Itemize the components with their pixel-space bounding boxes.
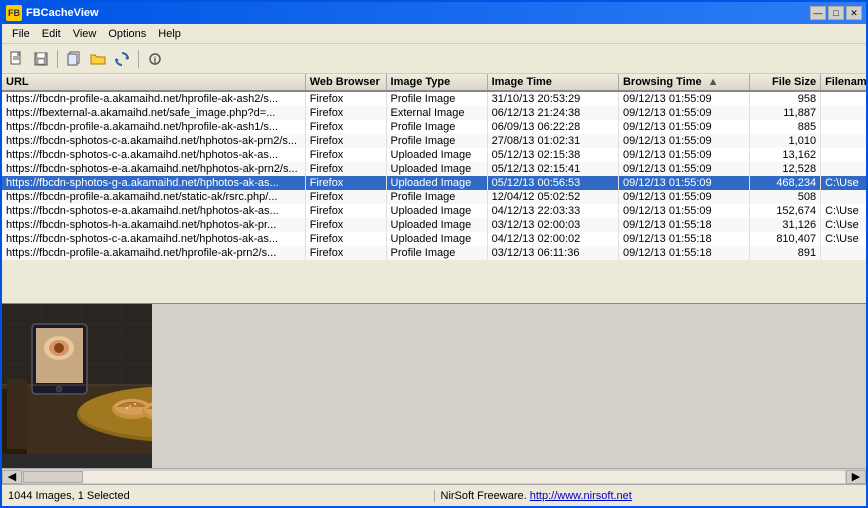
table-row[interactable]: https://fbcdn-sphotos-g-a.akamaihd.net/h… bbox=[2, 176, 866, 190]
status-left-text: 1044 Images, 1 Selected bbox=[2, 490, 435, 502]
lower-area bbox=[2, 304, 866, 468]
minimize-button[interactable]: — bbox=[810, 6, 826, 20]
table-row[interactable]: https://fbcdn-sphotos-e-a.akamaihd.net/h… bbox=[2, 204, 866, 218]
sort-arrow-icon: ▲ bbox=[708, 76, 719, 88]
menu-options[interactable]: Options bbox=[102, 26, 152, 42]
menu-file[interactable]: File bbox=[6, 26, 36, 42]
menu-bar: File Edit View Options Help bbox=[2, 24, 866, 44]
new-button[interactable] bbox=[6, 48, 28, 70]
scroll-left-btn[interactable]: ◀ bbox=[2, 470, 22, 484]
maximize-button[interactable]: □ bbox=[828, 6, 844, 20]
scroll-right-btn[interactable]: ▶ bbox=[846, 470, 866, 484]
horizontal-scrollbar[interactable]: ◀ ▶ bbox=[2, 468, 866, 484]
toolbar-separator bbox=[57, 50, 58, 68]
table-row[interactable]: https://fbcdn-sphotos-c-a.akamaihd.net/h… bbox=[2, 232, 866, 246]
copy-button[interactable] bbox=[63, 48, 85, 70]
col-type[interactable]: Image Type bbox=[386, 74, 487, 91]
col-btime[interactable]: Browsing Time ▲ bbox=[618, 74, 749, 91]
scroll-track[interactable] bbox=[22, 470, 846, 484]
save-button[interactable] bbox=[30, 48, 52, 70]
properties-button[interactable]: i bbox=[144, 48, 166, 70]
table-row[interactable]: https://fbcdn-profile-a.akamaihd.net/sta… bbox=[2, 190, 866, 204]
preview-area bbox=[2, 304, 152, 468]
menu-help[interactable]: Help bbox=[152, 26, 187, 42]
table-header-row: URL Web Browser Image Type Image Time Br… bbox=[2, 74, 866, 91]
refresh-button[interactable] bbox=[111, 48, 133, 70]
svg-text:i: i bbox=[154, 55, 157, 65]
toolbar-separator-2 bbox=[138, 50, 139, 68]
empty-area bbox=[152, 304, 866, 468]
table-row[interactable]: https://fbcdn-sphotos-c-a.akamaihd.net/h… bbox=[2, 134, 866, 148]
col-imgtime[interactable]: Image Time bbox=[487, 74, 618, 91]
col-url[interactable]: URL bbox=[2, 74, 305, 91]
table-row[interactable]: https://fbcdn-sphotos-e-a.akamaihd.net/h… bbox=[2, 162, 866, 176]
col-size[interactable]: File Size bbox=[750, 74, 821, 91]
data-table-container: URL Web Browser Image Type Image Time Br… bbox=[2, 74, 866, 304]
table-row[interactable]: https://fbcdn-profile-a.akamaihd.net/hpr… bbox=[2, 246, 866, 260]
window-title: FBCacheView bbox=[26, 7, 99, 19]
table-row[interactable]: https://fbcdn-sphotos-h-a.akamaihd.net/h… bbox=[2, 218, 866, 232]
main-window: FB FBCacheView — □ ✕ File Edit View Opti… bbox=[0, 0, 868, 508]
col-fname[interactable]: Filename bbox=[821, 74, 866, 91]
table-scroll[interactable]: URL Web Browser Image Type Image Time Br… bbox=[2, 74, 866, 303]
close-button[interactable]: ✕ bbox=[846, 6, 862, 20]
app-icon: FB bbox=[6, 5, 22, 21]
menu-view[interactable]: View bbox=[67, 26, 103, 42]
preview-image bbox=[2, 304, 152, 454]
table-body: https://fbcdn-profile-a.akamaihd.net/hpr… bbox=[2, 91, 866, 260]
scroll-thumb[interactable] bbox=[23, 471, 83, 483]
title-bar: FB FBCacheView — □ ✕ bbox=[2, 2, 866, 24]
table-row[interactable]: https://fbexternal-a.akamaihd.net/safe_i… bbox=[2, 106, 866, 120]
status-bar: 1044 Images, 1 Selected NirSoft Freeware… bbox=[2, 484, 866, 506]
open-folder-button[interactable] bbox=[87, 48, 109, 70]
window-controls: — □ ✕ bbox=[810, 6, 862, 20]
nirsoft-link[interactable]: http://www.nirsoft.net bbox=[530, 490, 632, 502]
status-right: NirSoft Freeware. http://www.nirsoft.net bbox=[435, 490, 867, 502]
col-browser[interactable]: Web Browser bbox=[305, 74, 386, 91]
table-row[interactable]: https://fbcdn-sphotos-c-a.akamaihd.net/h… bbox=[2, 148, 866, 162]
toolbar: i bbox=[2, 44, 866, 74]
table-row[interactable]: https://fbcdn-profile-a.akamaihd.net/hpr… bbox=[2, 120, 866, 134]
data-table: URL Web Browser Image Type Image Time Br… bbox=[2, 74, 866, 260]
status-nirsoft-text: NirSoft Freeware. bbox=[441, 490, 530, 502]
table-row[interactable]: https://fbcdn-profile-a.akamaihd.net/hpr… bbox=[2, 91, 866, 106]
menu-edit[interactable]: Edit bbox=[36, 26, 67, 42]
